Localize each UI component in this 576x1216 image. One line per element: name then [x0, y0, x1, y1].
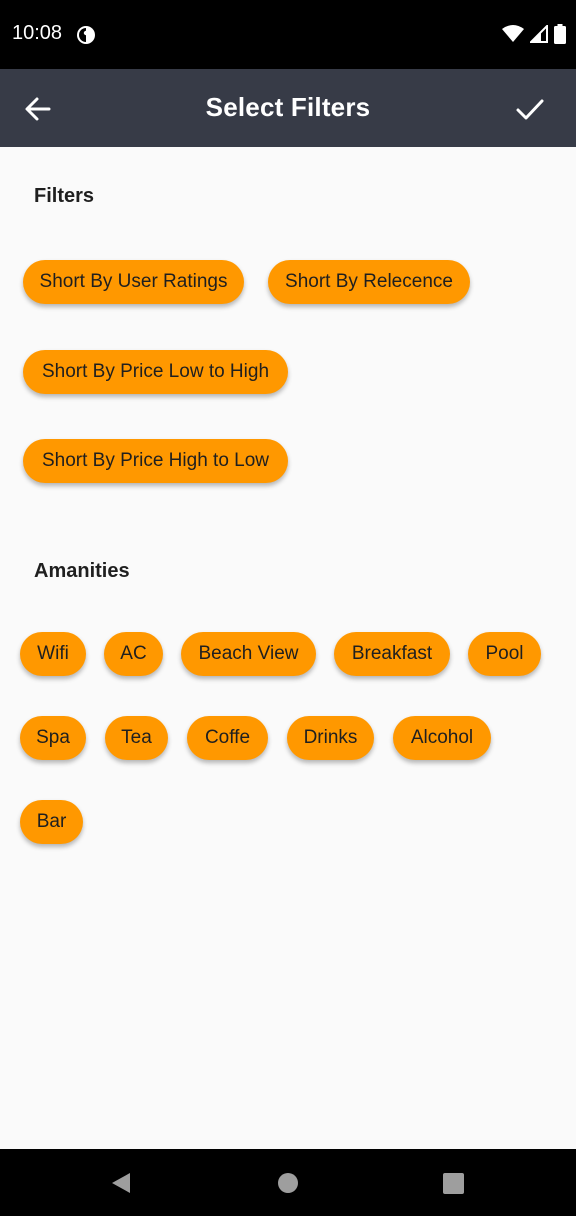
amenity-chip-tea[interactable]: Tea — [105, 716, 168, 760]
filter-chip-price-high-low[interactable]: Short By Price High to Low — [23, 439, 288, 483]
battery-icon — [554, 24, 566, 44]
page-title: Select Filters — [205, 92, 371, 122]
amenities-section-title: Amanities — [34, 560, 130, 582]
system-nav-bar — [0, 1149, 576, 1216]
amenity-chip-pool[interactable]: Pool — [468, 632, 541, 676]
amenity-chip-ac[interactable]: AC — [104, 632, 163, 676]
check-icon[interactable] — [514, 93, 546, 125]
filter-chip-price-low-high[interactable]: Short By Price Low to High — [23, 350, 288, 394]
amenity-chip-breakfast[interactable]: Breakfast — [334, 632, 450, 676]
nav-home-icon[interactable] — [278, 1173, 298, 1193]
app-notification-icon — [77, 26, 95, 44]
amenity-chip-alcohol[interactable]: Alcohol — [393, 716, 491, 760]
amenity-chip-wifi[interactable]: Wifi — [20, 632, 86, 676]
amenity-chip-beach-view[interactable]: Beach View — [181, 632, 316, 676]
status-bar: 10:08 — [0, 0, 576, 69]
amenity-chip-coffe[interactable]: Coffe — [187, 716, 268, 760]
nav-back-icon[interactable] — [109, 1171, 133, 1195]
amenity-chip-drinks[interactable]: Drinks — [287, 716, 374, 760]
app-bar: Select Filters — [0, 69, 576, 147]
cell-signal-icon — [530, 25, 548, 43]
amenity-chip-spa[interactable]: Spa — [20, 716, 86, 760]
filter-chip-relevance[interactable]: Short By Relecence — [268, 260, 470, 304]
nav-recents-icon[interactable] — [443, 1173, 464, 1194]
status-time: 10:08 — [12, 22, 63, 44]
filters-section-title: Filters — [34, 185, 95, 207]
wifi-icon — [502, 25, 524, 42]
amenity-chip-bar[interactable]: Bar — [20, 800, 83, 844]
status-icons — [502, 24, 566, 44]
filter-chip-user-ratings[interactable]: Short By User Ratings — [23, 260, 244, 304]
